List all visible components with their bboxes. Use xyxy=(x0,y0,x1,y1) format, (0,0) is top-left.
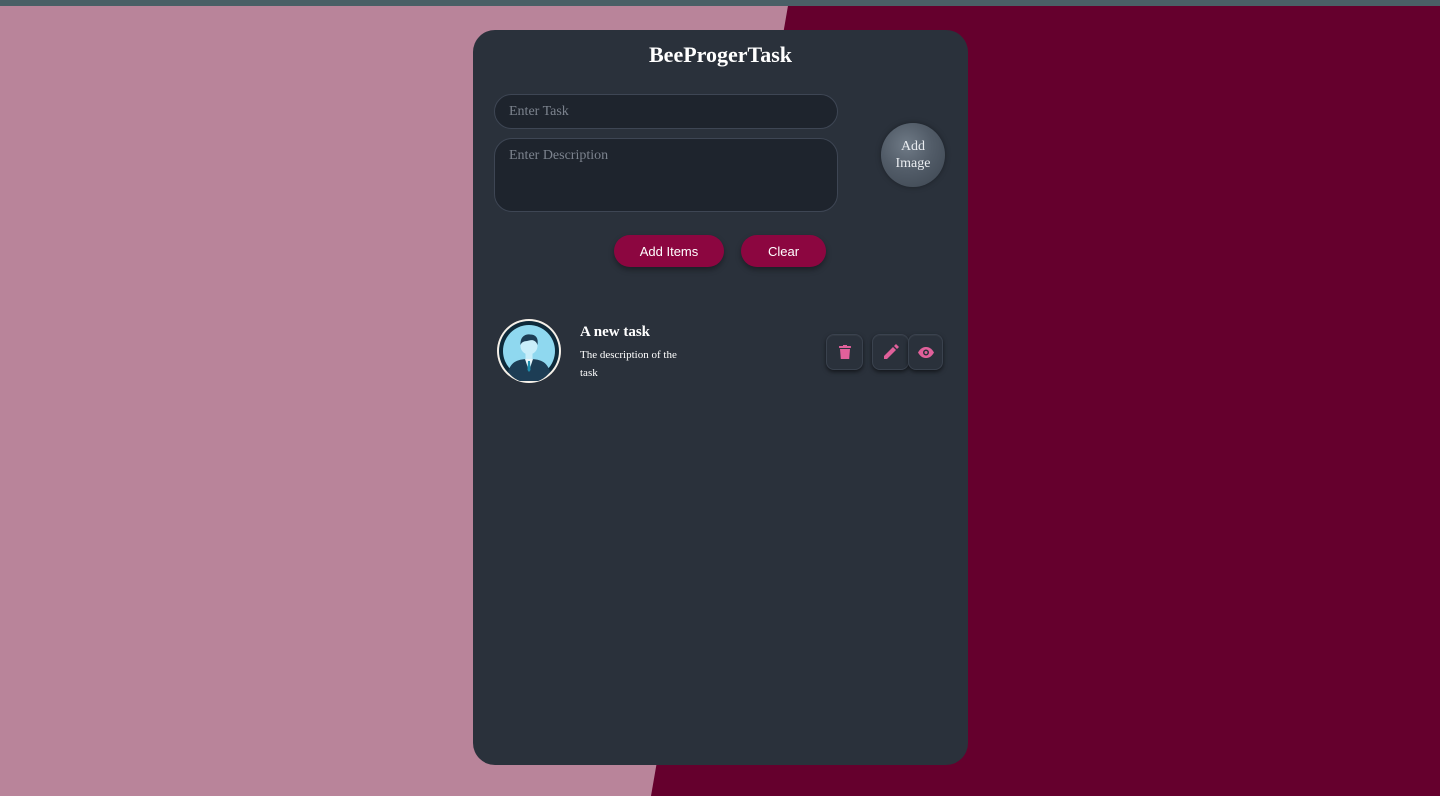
task-input[interactable] xyxy=(494,94,838,129)
edit-task-button[interactable] xyxy=(872,334,909,370)
app-title: BeeProgerTask xyxy=(649,42,792,67)
task-avatar xyxy=(497,319,561,383)
person-icon xyxy=(499,321,559,381)
task-title: A new task xyxy=(580,324,651,340)
task-list-item: A new task The description of the task xyxy=(496,318,946,388)
task-app-card: BeeProgerTask Add Image Add Items Clear … xyxy=(473,30,968,765)
top-bar xyxy=(0,0,1440,6)
delete-task-button[interactable] xyxy=(826,334,863,370)
add-image-label: Add Image xyxy=(895,139,931,171)
description-input[interactable] xyxy=(494,138,838,212)
add-items-button[interactable]: Add Items xyxy=(614,235,724,267)
add-image-button[interactable]: Add Image xyxy=(881,123,945,187)
pencil-icon xyxy=(883,344,899,359)
clear-button[interactable]: Clear xyxy=(741,235,826,267)
eye-icon xyxy=(917,346,934,358)
trash-icon xyxy=(838,345,851,359)
task-description: The description of the task xyxy=(580,349,677,379)
view-task-button[interactable] xyxy=(908,334,943,370)
